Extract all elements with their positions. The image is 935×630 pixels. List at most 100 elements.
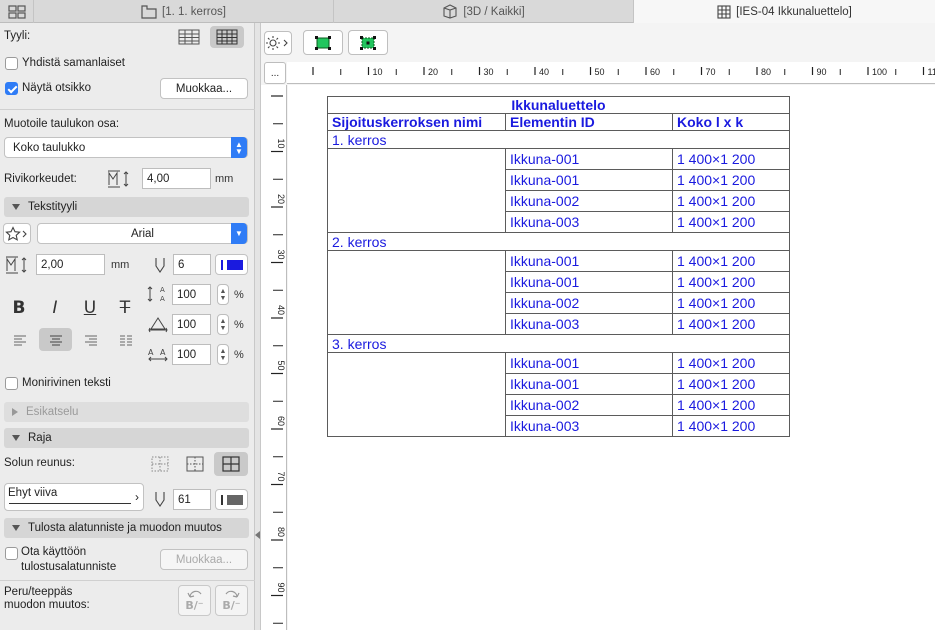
table-row[interactable]: Ikkuna-001 1 400×1 200 <box>327 250 790 335</box>
size-cell[interactable]: 1 400×1 200 <box>672 169 790 191</box>
char-width-stepper[interactable]: ▲ ▼ <box>217 314 229 335</box>
size-cell[interactable]: 1 400×1 200 <box>672 373 790 395</box>
footer-section-header[interactable]: Tulosta alatunniste ja muodon muutos <box>4 518 249 538</box>
char-spacing-input[interactable]: 100 <box>172 344 211 365</box>
size-cell[interactable]: 1 400×1 200 <box>672 292 790 314</box>
align-right-button[interactable] <box>80 330 102 350</box>
align-justify-button[interactable] <box>115 330 137 350</box>
align-center-button[interactable] <box>39 328 72 351</box>
element-id-cell[interactable]: Ikkuna-002 <box>505 190 673 212</box>
border-color-swatch[interactable] <box>215 489 248 510</box>
italic-button[interactable]: I <box>44 298 66 318</box>
element-id-cell[interactable]: Ikkuna-001 <box>505 148 673 170</box>
view-settings-button[interactable] <box>264 31 292 55</box>
underline-button[interactable]: U <box>79 298 101 318</box>
element-id-cell[interactable]: Ikkuna-001 <box>505 271 673 293</box>
disclosure-right-icon <box>12 408 18 416</box>
font-select[interactable]: Arial ▼ <box>37 223 248 244</box>
element-id-cell[interactable]: Ikkuna-003 <box>505 415 673 437</box>
element-id-cell[interactable]: Ikkuna-003 <box>505 211 673 233</box>
font-size-input[interactable]: 2,00 <box>36 254 105 275</box>
size-cell[interactable]: 1 400×1 200 <box>672 190 790 212</box>
ruler-label: 80 <box>761 67 771 77</box>
border-all-icon <box>222 456 240 472</box>
redo-arrow-icon <box>224 590 240 598</box>
size-cell[interactable]: 1 400×1 200 <box>672 394 790 416</box>
align-left-button[interactable] <box>9 330 31 350</box>
ruler-label: 90 <box>276 582 286 592</box>
bold-button[interactable]: B <box>8 298 30 318</box>
ruler-corner-button[interactable]: ... <box>264 62 286 84</box>
section-label: Esikatselu <box>26 406 79 418</box>
row-height-input[interactable]: 4,00 <box>142 168 211 189</box>
style-plain-button[interactable] <box>174 26 204 48</box>
element-id-cell[interactable]: Ikkuna-003 <box>505 313 673 335</box>
collapse-left-icon <box>255 531 260 539</box>
row-height-unit: mm <box>215 173 234 185</box>
line-type-value: Ehyt viiva <box>8 487 58 499</box>
tab-overview-button[interactable] <box>0 0 34 23</box>
column-header[interactable]: Sijoituskerroksen nimi <box>327 113 506 131</box>
row-height-label: Rivikorkeudet: <box>4 173 77 185</box>
border-section-header[interactable]: Raja <box>4 428 249 448</box>
char-spacing-stepper[interactable]: ▲ ▼ <box>217 344 229 365</box>
format-part-select[interactable]: Koko taulukko ▲ ▼ <box>4 137 248 158</box>
select-elements-button[interactable] <box>303 30 343 55</box>
footer-enable-checkbox[interactable] <box>5 547 18 560</box>
line-spacing-stepper[interactable]: ▲ ▼ <box>217 284 229 305</box>
element-id-cell[interactable]: Ikkuna-001 <box>505 373 673 395</box>
size-cell[interactable]: 1 400×1 200 <box>672 271 790 293</box>
tab-bar: [1. 1. kerros] [3D / Kaikki] [IES-04 Ikk… <box>0 0 935 23</box>
table-row[interactable]: Ikkuna-001 1 400×1 200 <box>327 352 790 437</box>
element-id-cell[interactable]: Ikkuna-001 <box>505 250 673 272</box>
size-cell[interactable]: 1 400×1 200 <box>672 352 790 374</box>
size-cell[interactable]: 1 400×1 200 <box>672 415 790 437</box>
tab-schedule[interactable]: [IES-04 Ikkunaluettelo] <box>634 0 935 23</box>
view-toolbar <box>261 23 935 61</box>
size-cell[interactable]: 1 400×1 200 <box>672 313 790 335</box>
preview-section-header[interactable]: Esikatselu <box>4 402 249 422</box>
border-outer-button[interactable] <box>183 453 207 475</box>
element-id-cell[interactable]: Ikkuna-002 <box>505 394 673 416</box>
footer-edit-button[interactable]: Muokkaa... <box>160 549 248 570</box>
border-all-button[interactable] <box>214 452 248 476</box>
story-row[interactable]: 2. kerros <box>327 232 790 251</box>
size-cell[interactable]: 1 400×1 200 <box>672 148 790 170</box>
grid-view-icon <box>7 4 26 19</box>
pen-color-swatch[interactable] <box>215 254 248 275</box>
redo-button[interactable]: B/⁻ <box>215 585 248 616</box>
merge-similar-checkbox[interactable] <box>5 57 18 70</box>
style-grid-button[interactable] <box>210 26 244 48</box>
text-style-section-header[interactable]: Tekstityyli <box>4 197 249 217</box>
line-type-select[interactable]: Ehyt viiva › <box>4 483 144 511</box>
element-id-cell[interactable]: Ikkuna-001 <box>505 169 673 191</box>
column-header[interactable]: Elementin ID <box>505 113 673 131</box>
multiline-checkbox[interactable] <box>5 377 18 390</box>
tab-floor-plan[interactable]: [1. 1. kerros] <box>34 0 334 23</box>
pen-number-input[interactable]: 6 <box>173 254 211 275</box>
story-row[interactable]: 3. kerros <box>327 334 790 353</box>
story-row[interactable]: 1. kerros <box>327 130 790 149</box>
border-none-icon <box>151 456 169 472</box>
char-width-input[interactable]: 100 <box>172 314 211 335</box>
table-row[interactable]: Ikkuna-001 1 400×1 200 <box>327 148 790 233</box>
show-title-label: Näytä otsikko <box>22 82 92 94</box>
size-cell[interactable]: 1 400×1 200 <box>672 250 790 272</box>
border-none-button[interactable] <box>148 453 172 475</box>
tab-3d[interactable]: [3D / Kaikki] <box>334 0 634 23</box>
floorplan-icon <box>141 4 157 19</box>
strikethrough-button[interactable]: T <box>114 298 136 318</box>
edit-title-button[interactable]: Muokkaa... <box>160 78 248 99</box>
show-title-checkbox[interactable] <box>5 82 18 95</box>
element-id-cell[interactable]: Ikkuna-002 <box>505 292 673 314</box>
font-size-icon <box>4 255 30 275</box>
element-id-cell[interactable]: Ikkuna-001 <box>505 352 673 374</box>
favorites-button[interactable] <box>3 223 31 244</box>
size-cell[interactable]: 1 400×1 200 <box>672 211 790 233</box>
undo-button[interactable]: B/⁻ <box>178 585 211 616</box>
line-spacing-input[interactable]: 100 <box>172 284 211 305</box>
column-header[interactable]: Koko l x k <box>672 113 790 131</box>
pen-icon <box>152 489 168 509</box>
select-in-3d-button[interactable] <box>348 30 388 55</box>
border-pen-input[interactable]: 61 <box>173 489 211 510</box>
